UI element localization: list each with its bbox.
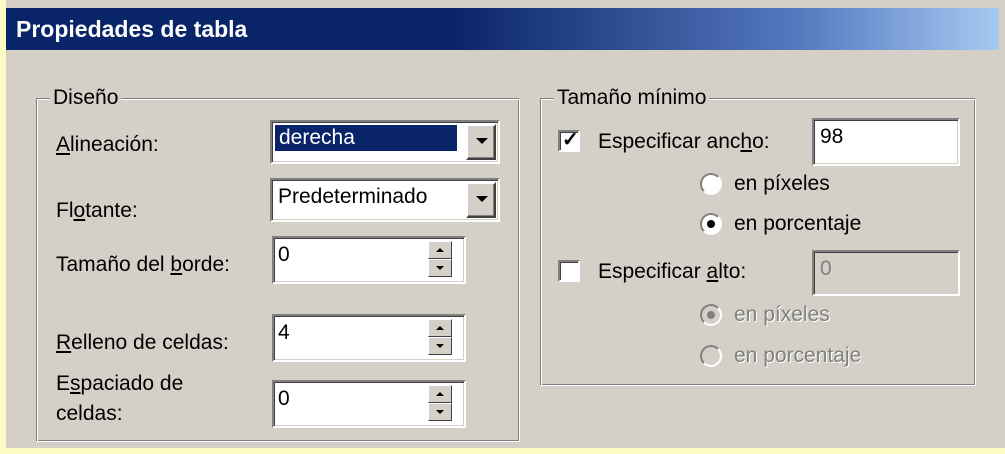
min-size-group-title: Tamaño mínimo <box>554 86 710 110</box>
window-frame-bottom <box>0 448 1005 454</box>
spin-up-button[interactable] <box>428 241 452 259</box>
border-size-label: Tamaño del borde: <box>56 253 230 276</box>
arrow-up-icon <box>436 248 444 252</box>
spin-up-button[interactable] <box>428 319 452 337</box>
height-percent-radio <box>700 345 722 367</box>
window-frame-left <box>0 0 6 454</box>
cell-padding-input[interactable]: 4 <box>272 314 466 362</box>
cell-padding-label: Relleno de celdas: <box>56 331 229 354</box>
border-size-input[interactable]: 0 <box>272 236 466 284</box>
specify-width-label: Especificar ancho: <box>598 130 770 153</box>
specify-width-checkbox[interactable]: ✓ <box>558 129 580 152</box>
cell-spacing-input[interactable]: 0 <box>272 380 466 428</box>
chevron-down-icon <box>476 138 488 144</box>
width-percent-radio[interactable] <box>700 213 722 235</box>
spin-down-button[interactable] <box>428 259 452 277</box>
radio-selected-dot <box>707 311 715 319</box>
height-pixels-radio <box>700 304 722 326</box>
chevron-down-icon <box>476 196 488 202</box>
alignment-selected-value: derecha <box>274 124 458 152</box>
height-input: 0 <box>812 250 960 296</box>
width-pixels-label: en píxeles <box>734 172 830 195</box>
alignment-label: Alineación: <box>56 133 159 156</box>
checkmark-icon: ✓ <box>562 129 579 151</box>
dialog-title: Propiedades de tabla <box>16 16 248 42</box>
arrow-down-icon <box>436 410 444 414</box>
height-pixels-label: en píxeles <box>734 303 830 326</box>
width-pixels-radio[interactable] <box>700 173 722 195</box>
height-percent-label: en porcentaje <box>734 344 862 367</box>
floating-label: Flotante: <box>56 199 138 222</box>
specify-height-label: Especificar alto: <box>598 260 747 283</box>
floating-dropdown-button[interactable] <box>466 182 496 218</box>
arrow-down-icon <box>436 266 444 270</box>
layout-group-title: Diseño <box>50 86 122 110</box>
specify-height-checkbox[interactable] <box>558 260 580 282</box>
radio-selected-dot <box>707 220 715 228</box>
alignment-select[interactable]: derecha <box>270 120 500 164</box>
cell-spacing-label-line1: Espaciado de <box>56 372 184 395</box>
dialog-title-bar[interactable]: Propiedades de tabla <box>6 8 999 50</box>
alignment-dropdown-button[interactable] <box>466 124 496 160</box>
spin-up-button[interactable] <box>428 385 452 403</box>
width-input[interactable]: 98 <box>812 118 960 166</box>
arrow-up-icon <box>436 326 444 330</box>
width-percent-label: en porcentaje <box>734 212 862 235</box>
spin-down-button[interactable] <box>428 403 452 421</box>
alignment-label-text: lineación: <box>70 133 159 156</box>
spin-down-button[interactable] <box>428 337 452 355</box>
floating-selected-value: Predeterminado <box>278 185 428 208</box>
floating-select[interactable]: Predeterminado <box>270 178 500 222</box>
arrow-up-icon <box>436 392 444 396</box>
cell-spacing-label-line2: celdas: <box>56 402 123 425</box>
arrow-down-icon <box>436 344 444 348</box>
